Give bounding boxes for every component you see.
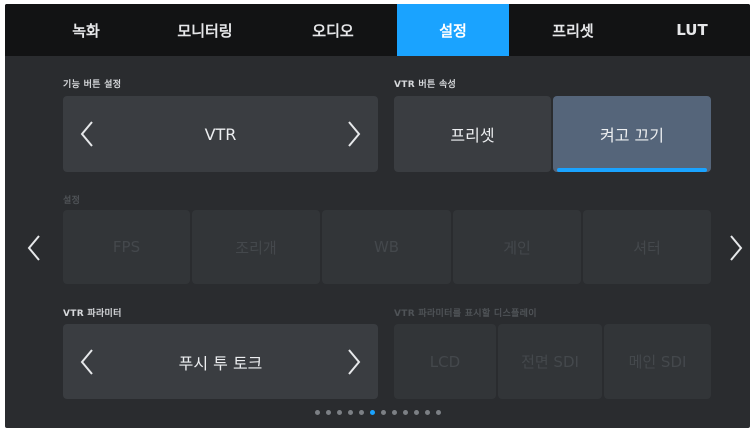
- vtr-mode-toggle-button[interactable]: 켜고 끄기: [553, 96, 711, 172]
- page-dot[interactable]: [413, 410, 419, 415]
- chevron-right-icon: [348, 348, 361, 375]
- chevron-left-icon: [27, 235, 40, 261]
- settings-shutter-button[interactable]: 셔터: [583, 210, 711, 284]
- page-dot[interactable]: [336, 410, 342, 415]
- settings-fps-button[interactable]: FPS: [63, 210, 190, 284]
- page-dot[interactable]: [380, 410, 386, 415]
- tab-presets[interactable]: 프리셋: [509, 4, 637, 56]
- display-main-sdi-button[interactable]: 메인 SDI: [604, 324, 711, 399]
- function-button-label: 기능 버튼 설정: [63, 80, 122, 90]
- page-dot[interactable]: [347, 410, 353, 415]
- settings-screen: 녹화 모니터링 오디오 설정 프리셋 LUT 기능 버튼 설정 VTR VTR …: [5, 4, 750, 428]
- function-button-value: VTR: [204, 124, 237, 144]
- page-dot[interactable]: [369, 410, 375, 415]
- page-dot[interactable]: [391, 410, 397, 415]
- vtr-parameter-next[interactable]: [342, 345, 366, 379]
- vtr-parameter-value: 푸시 투 토크: [178, 353, 263, 373]
- page-dot[interactable]: [314, 410, 320, 415]
- tab-lut[interactable]: LUT: [637, 4, 747, 56]
- page-indicator: [5, 410, 750, 418]
- display-front-sdi-button[interactable]: 전면 SDI: [498, 324, 602, 399]
- chevron-right-icon: [730, 235, 743, 261]
- tab-audio[interactable]: 오디오: [269, 4, 397, 56]
- settings-wb-button[interactable]: WB: [322, 210, 451, 284]
- tab-monitor[interactable]: 모니터링: [141, 4, 269, 56]
- page-dot[interactable]: [358, 410, 364, 415]
- tab-bar: 녹화 모니터링 오디오 설정 프리셋 LUT: [5, 4, 750, 56]
- vtr-display-label: VTR 파라미터를 표시할 디스플레이: [394, 309, 537, 319]
- settings-iris-button[interactable]: 조리개: [192, 210, 320, 284]
- page-prev-button[interactable]: [22, 231, 46, 265]
- function-button-next[interactable]: [342, 117, 366, 151]
- chevron-left-icon: [80, 348, 93, 375]
- page-next-button[interactable]: [724, 231, 748, 265]
- chevron-right-icon: [348, 121, 361, 147]
- settings-label: 설정: [63, 196, 81, 206]
- tab-setup[interactable]: 설정: [397, 4, 509, 56]
- vtr-mode-toggle-label: 켜고 끄기: [600, 126, 664, 145]
- function-button-selector: VTR: [63, 96, 378, 172]
- page-dot[interactable]: [325, 410, 331, 415]
- chevron-left-icon: [80, 121, 93, 147]
- tab-record[interactable]: 녹화: [31, 4, 141, 56]
- page-dot[interactable]: [402, 410, 408, 415]
- vtr-mode-preset-button[interactable]: 프리셋: [394, 96, 551, 172]
- vtr-parameter-label: VTR 파라미터: [63, 309, 122, 319]
- vtr-parameter-prev[interactable]: [75, 345, 99, 379]
- vtr-parameter-selector: 푸시 투 토크: [63, 324, 378, 399]
- vtr-button-mode-label: VTR 버튼 속성: [394, 80, 457, 90]
- function-button-prev[interactable]: [75, 117, 99, 151]
- settings-gain-button[interactable]: 게인: [453, 210, 581, 284]
- page-dot[interactable]: [435, 410, 441, 415]
- page-dot[interactable]: [424, 410, 430, 415]
- display-lcd-button[interactable]: LCD: [394, 324, 496, 399]
- selected-indicator: [557, 168, 707, 172]
